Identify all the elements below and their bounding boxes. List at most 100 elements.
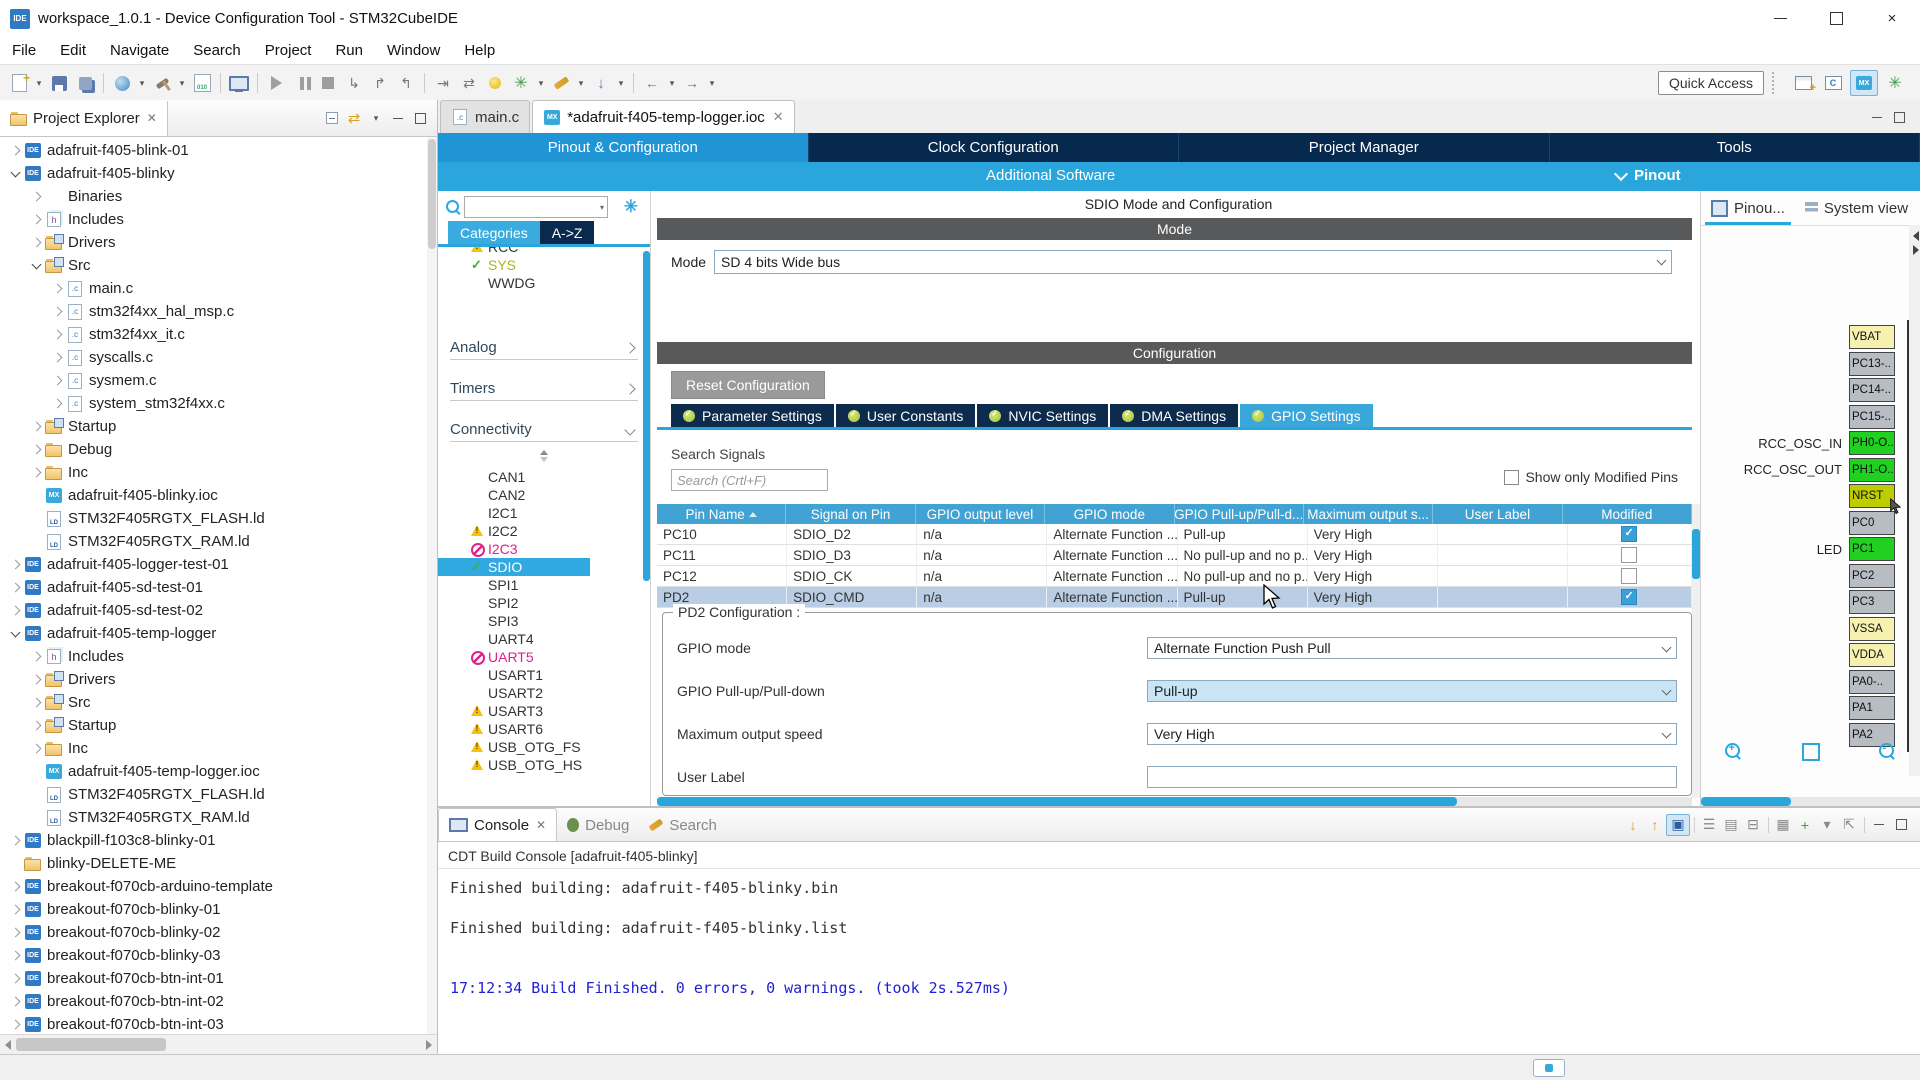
tree-item[interactable]: blackpill-f103c8-blinky-01: [0, 829, 427, 852]
debug-perspective-button[interactable]: ✳: [1882, 71, 1908, 95]
pinout-menu-button[interactable]: Pinout: [1616, 167, 1681, 184]
peripheral-item[interactable]: UART4: [438, 630, 650, 648]
peripheral-item[interactable]: SPI3: [438, 612, 650, 630]
peripheral-item[interactable]: USART1: [438, 666, 650, 684]
expand-chevron-icon[interactable]: [29, 189, 45, 205]
pin[interactable]: PH1-O..: [1849, 458, 1895, 482]
peripheral-item[interactable]: WWDG: [438, 274, 650, 292]
peripheral-search-input[interactable]: ▾: [464, 196, 608, 218]
tree-item[interactable]: STM32F405RGTX_FLASH.ld: [0, 783, 427, 806]
pin[interactable]: PC13-..: [1849, 352, 1895, 376]
panel-horizontal-scrollbar[interactable]: [657, 797, 1692, 806]
expand-chevron-icon[interactable]: [8, 1017, 24, 1033]
close-tab-icon[interactable]: ✕: [536, 818, 546, 832]
pinout-canvas[interactable]: VBAT PC13-.. PC14-.. PC15-.. RCC_OSC_IN …: [1701, 225, 1909, 776]
forward-menu-button[interactable]: ▾: [706, 71, 718, 95]
table-column-header[interactable]: GPIO mode: [1045, 504, 1174, 524]
zoom-in-button[interactable]: +: [1725, 743, 1743, 761]
tree-item[interactable]: Includes: [0, 645, 427, 668]
console-output[interactable]: Finished building: adafruit-f405-blinky.…: [438, 869, 1920, 999]
show-console-on-output-button[interactable]: ▣: [1666, 814, 1690, 836]
expand-chevron-icon[interactable]: [8, 994, 24, 1010]
editor-tab[interactable]: main.c: [440, 100, 530, 133]
tree-item[interactable]: breakout-f070cb-btn-int-02: [0, 990, 427, 1013]
peripheral-item[interactable]: USB_OTG_FS: [438, 738, 650, 756]
tree-item[interactable]: blinky-DELETE-ME: [0, 852, 427, 875]
menu-item[interactable]: Edit: [48, 42, 98, 59]
peripheral-item[interactable]: I2C1: [438, 504, 650, 522]
tree-item[interactable]: STM32F405RGTX_RAM.ld: [0, 806, 427, 829]
fit-to-screen-button[interactable]: [1802, 743, 1820, 761]
modified-checkbox[interactable]: [1621, 589, 1637, 605]
minimize-editor-button[interactable]: [1866, 107, 1888, 127]
peripheral-item[interactable]: UART5: [438, 648, 650, 666]
tree-item[interactable]: breakout-f070cb-btn-int-03: [0, 1013, 427, 1035]
tab-pinout-view[interactable]: Pinou...: [1701, 191, 1795, 225]
table-column-header[interactable]: GPIO Pull-up/Pull-d...: [1175, 504, 1304, 524]
table-column-header[interactable]: Modified: [1563, 504, 1692, 524]
modified-checkbox[interactable]: [1621, 526, 1637, 542]
expand-chevron-icon[interactable]: [29, 787, 45, 803]
menu-item[interactable]: Search: [181, 42, 253, 59]
zoom-out-button[interactable]: -: [1879, 743, 1897, 761]
signals-search-input[interactable]: Search (Crtl+F): [671, 469, 828, 491]
tree-item[interactable]: Startup: [0, 415, 427, 438]
user-label-input[interactable]: [1147, 766, 1677, 788]
save-button[interactable]: [47, 71, 71, 95]
tree-item[interactable]: stm32f4xx_it.c: [0, 323, 427, 346]
tree-item[interactable]: syscalls.c: [0, 346, 427, 369]
gear-icon[interactable]: ✳: [624, 197, 638, 217]
pinout-scroll-arrows[interactable]: [1913, 231, 1919, 255]
last-edit-menu-button[interactable]: ▾: [615, 71, 627, 95]
expand-chevron-icon[interactable]: [29, 534, 45, 550]
menu-item[interactable]: Window: [375, 42, 452, 59]
expand-chevron-icon[interactable]: [8, 626, 24, 642]
quick-access-button[interactable]: Quick Access: [1658, 71, 1764, 95]
tree-item[interactable]: system_stm32f4xx.c: [0, 392, 427, 415]
expand-chevron-icon[interactable]: [8, 833, 24, 849]
expand-chevron-icon[interactable]: [50, 327, 66, 343]
maximize-console-button[interactable]: [1890, 815, 1912, 835]
reset-configuration-button[interactable]: Reset Configuration: [671, 371, 825, 399]
menu-item[interactable]: Project: [253, 42, 324, 59]
tree-item[interactable]: Inc: [0, 461, 427, 484]
pin[interactable]: VDDA: [1849, 643, 1895, 667]
maximize-view-button[interactable]: [409, 108, 431, 128]
peripheral-item[interactable]: USB_OTG_HS: [438, 756, 650, 774]
expand-chevron-icon[interactable]: [50, 350, 66, 366]
peripheral-category[interactable]: Connectivity: [450, 401, 638, 442]
last-edit-location-button[interactable]: ↓: [589, 71, 613, 95]
code-analysis-menu-button[interactable]: ▾: [535, 71, 547, 95]
close-button[interactable]: ×: [1864, 0, 1920, 37]
table-column-header[interactable]: Signal on Pin: [786, 504, 915, 524]
tree-item[interactable]: sysmem.c: [0, 369, 427, 392]
tree-item[interactable]: Src: [0, 254, 427, 277]
expand-chevron-icon[interactable]: [29, 695, 45, 711]
tree-item[interactable]: adafruit-f405-blinky.ioc: [0, 484, 427, 507]
maximize-editor-button[interactable]: [1888, 107, 1910, 127]
project-explorer-tab[interactable]: Project Explorer ✕: [0, 101, 168, 136]
peripheral-item[interactable]: SPI1: [438, 576, 650, 594]
save-all-button[interactable]: [73, 71, 97, 95]
minimize-view-button[interactable]: [387, 108, 409, 128]
step-over-button[interactable]: ↱: [368, 71, 392, 95]
suspend-button[interactable]: [290, 71, 314, 95]
peripheral-category[interactable]: Timers: [450, 360, 638, 401]
back-menu-button[interactable]: ▾: [666, 71, 678, 95]
ioc-section-tab[interactable]: Pinout & Configuration: [438, 133, 809, 162]
tree-item[interactable]: breakout-f070cb-blinky-02: [0, 921, 427, 944]
tree-item[interactable]: adafruit-f405-blinky: [0, 162, 427, 185]
expand-chevron-icon[interactable]: [50, 396, 66, 412]
peripheral-item[interactable]: CAN1: [438, 468, 650, 486]
tree-item[interactable]: Drivers: [0, 668, 427, 691]
tree-item[interactable]: Binaries: [0, 185, 427, 208]
expand-chevron-icon[interactable]: [29, 465, 45, 481]
expand-chevron-icon[interactable]: [8, 557, 24, 573]
settings-tab[interactable]: NVIC Settings: [977, 404, 1110, 427]
expand-chevron-icon[interactable]: [8, 580, 24, 596]
new-button[interactable]: [7, 71, 31, 95]
new-menu-button[interactable]: ▾: [33, 71, 45, 95]
launch-config-menu-button[interactable]: ▾: [136, 71, 148, 95]
pin[interactable]: PA0-..: [1849, 670, 1895, 694]
pinout-horizontal-scrollbar[interactable]: [1701, 797, 1920, 806]
